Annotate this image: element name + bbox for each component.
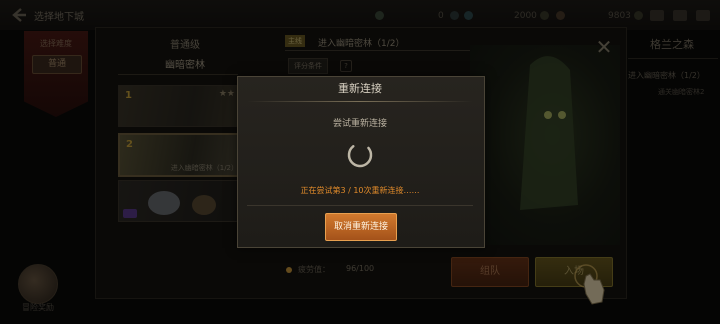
dialog-title: 重新连接 bbox=[338, 82, 382, 95]
dialog-message: 尝试重新连接 bbox=[332, 119, 387, 129]
divider bbox=[247, 101, 473, 102]
divider bbox=[247, 205, 473, 206]
cancel-reconnect-button[interactable]: 取消重新连接 bbox=[325, 213, 397, 241]
reconnect-status: 正在尝试第3 / 10次重新连接…… bbox=[300, 186, 420, 195]
spinner-icon bbox=[347, 142, 373, 168]
